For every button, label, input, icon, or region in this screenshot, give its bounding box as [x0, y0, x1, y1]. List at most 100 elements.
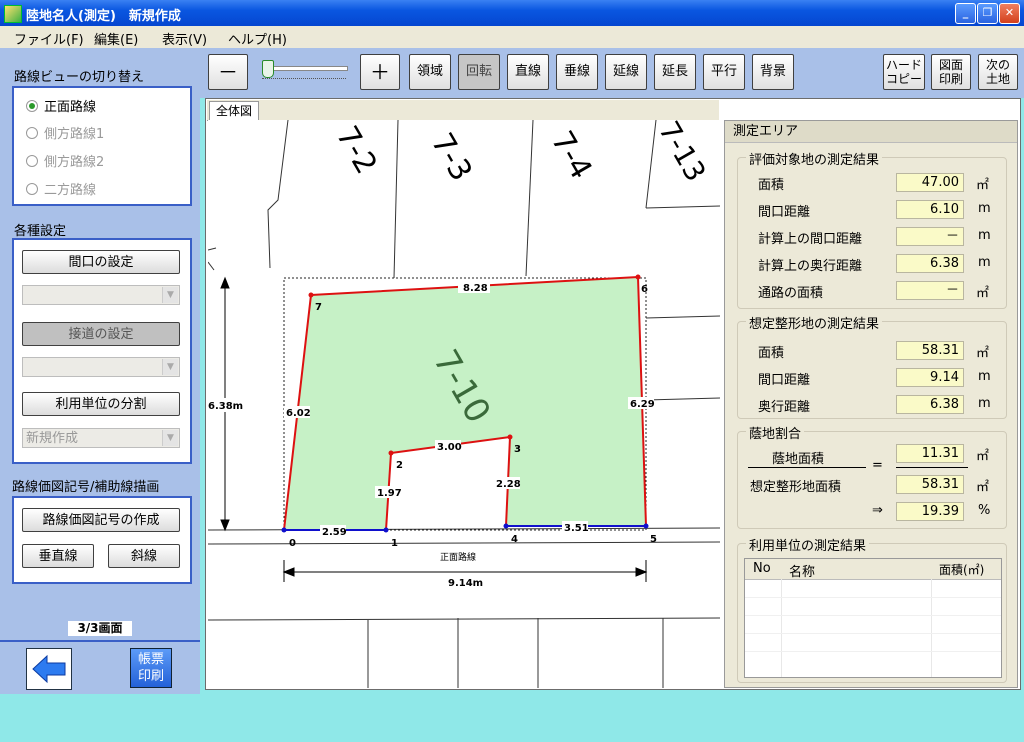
calc-frontage-value: －: [896, 227, 964, 246]
shade-ratio-section: 蔭地割合 蔭地面積 = 11.31 ㎡ 想定整形地面積 58.31 ㎡ ⇒ 19…: [737, 423, 1007, 529]
frontage-combo[interactable]: ▼: [22, 285, 180, 305]
target-result-section: 評価対象地の測定結果 面積 47.00 ㎡ 間口距離 6.10 m 計算上の間口…: [737, 149, 1007, 309]
menu-view[interactable]: 表示(V): [162, 29, 207, 48]
radio-dot: [26, 155, 38, 167]
route-view-group: 正面路線 側方路線1 側方路線2 二方路線: [12, 86, 192, 206]
route-price-group: 路線価図記号の作成 垂直線 斜線: [12, 496, 192, 584]
menu-edit[interactable]: 編集(E): [94, 29, 138, 48]
next-land-label-2: 土地: [985, 72, 1010, 86]
vertical-line-button[interactable]: 垂直線: [22, 544, 94, 568]
settings-title: 各種設定: [14, 224, 67, 239]
route-price-title: 路線価図記号/補助線描画: [12, 480, 160, 495]
tool-extension-button[interactable]: 延長: [654, 54, 696, 90]
road-combo[interactable]: ▼: [22, 357, 180, 377]
tab-overview[interactable]: 全体図: [209, 101, 259, 120]
assumed-total-unit: ㎡: [976, 480, 990, 495]
point-label-2: 2: [396, 460, 403, 471]
measure-panel: 測定エリア 評価対象地の測定結果 面積 47.00 ㎡ 間口距離 6.10 m …: [724, 120, 1018, 688]
tool-rotate-button[interactable]: 回転: [458, 54, 500, 90]
edge-label-top: 8.28: [463, 283, 488, 294]
parcel-7-3: 7-3: [424, 127, 479, 187]
shade-ratio-title: 蔭地割合: [746, 423, 805, 442]
tool-extend-line-button[interactable]: 延線: [605, 54, 647, 90]
print-drawing-button[interactable]: 図面 印刷: [931, 54, 971, 90]
combo-value: 新規作成: [26, 431, 79, 446]
radio-front-route[interactable]: 正面路線: [26, 96, 186, 118]
passage-area-value: －: [896, 281, 964, 300]
page-indicator: 3/3画面: [68, 621, 132, 636]
create-route-symbol-button[interactable]: 路線価図記号の作成: [22, 508, 180, 532]
zoom-in-button[interactable]: ＋: [360, 54, 400, 90]
passage-area-label: 通路の面積: [758, 286, 824, 301]
col-no: No: [753, 561, 771, 576]
minimize-button[interactable]: _: [955, 3, 976, 24]
print-drawing-label-1: 図面: [938, 58, 963, 72]
print-drawing-label-2: 印刷: [938, 72, 963, 86]
frontage-setting-button[interactable]: 間口の設定: [22, 250, 180, 274]
menu-help[interactable]: ヘルプ(H): [228, 29, 287, 48]
tool-perpendicular-button[interactable]: 垂線: [556, 54, 598, 90]
target-area-label: 面積: [758, 178, 785, 193]
next-land-button[interactable]: 次の 土地: [978, 54, 1018, 90]
menu-bar: ファイル(F) 編集(E) 表示(V) ヘルプ(H): [0, 26, 1024, 48]
form-print-label-1: 帳票: [137, 652, 164, 667]
road-setting-button[interactable]: 接道の設定: [22, 322, 180, 346]
assumed-area-unit: ㎡: [976, 346, 990, 361]
window-title: 陸地名人(測定) 新規作成: [26, 9, 181, 24]
calc-frontage-label: 計算上の間口距離: [758, 232, 863, 247]
tool-line-button[interactable]: 直線: [507, 54, 549, 90]
radio-side-route-2[interactable]: 側方路線2: [26, 151, 186, 173]
shade-area-value: 11.31: [896, 444, 964, 463]
radio-side-route-1[interactable]: 側方路線1: [26, 123, 186, 145]
tool-area-button[interactable]: 領域: [409, 54, 451, 90]
target-frontage-value: 6.10: [896, 200, 964, 219]
assumed-depth-unit: m: [978, 396, 991, 411]
assumed-result-section: 想定整形地の測定結果 面積 58.31 ㎡ 間口距離 9.14 m 奥行距離 6…: [737, 313, 1007, 419]
parcel-7-13: 7-13: [652, 120, 712, 187]
calc-depth-label: 計算上の奥行距離: [758, 259, 863, 274]
table-divider: [931, 579, 932, 677]
new-creation-combo[interactable]: 新規作成 ▼: [22, 428, 180, 448]
target-area-unit: ㎡: [976, 178, 990, 193]
close-button[interactable]: ✕: [999, 3, 1020, 24]
table-header: No 名称 面積(㎡): [745, 559, 1001, 580]
slider-ticks: [262, 78, 346, 81]
maximize-button[interactable]: ❐: [977, 3, 998, 24]
title-bar: 陸地名人(測定) 新規作成 _ ❐ ✕: [0, 0, 1024, 26]
tool-parallel-button[interactable]: 平行: [703, 54, 745, 90]
unit-result-title: 利用単位の測定結果: [746, 535, 870, 554]
assumed-area-label: 面積: [758, 346, 785, 361]
parcel-7-4: 7-4: [544, 125, 599, 185]
point-label-7: 7: [315, 302, 322, 313]
target-area-value: 47.00: [896, 173, 964, 192]
zoom-slider[interactable]: [256, 54, 352, 90]
radio-two-way-route[interactable]: 二方路線: [26, 179, 186, 201]
slider-thumb[interactable]: [262, 60, 274, 78]
point-label-6: 6: [641, 284, 648, 295]
menu-file[interactable]: ファイル(F): [14, 29, 84, 48]
table-divider: [781, 579, 782, 677]
bottom-band: [0, 694, 1024, 742]
tool-background-button[interactable]: 背景: [752, 54, 794, 90]
calc-depth-unit: m: [978, 255, 991, 270]
assumed-frontage-unit: m: [978, 369, 991, 384]
tab-strip: 全体図: [207, 100, 719, 121]
parcel-7-2: 7-2: [329, 120, 384, 180]
edge-label-bottom-right: 3.51: [564, 523, 589, 534]
hardcopy-button[interactable]: ハード コピー: [883, 54, 925, 90]
zoom-out-button[interactable]: －: [208, 54, 248, 90]
drawing-canvas[interactable]: 7-2 7-3 7-4 7-13 7-10 0 1 2 3 4 5 6 7 8.…: [208, 120, 720, 688]
route-view-title: 路線ビューの切り替え: [14, 70, 145, 85]
assumed-total-value: 58.31: [896, 475, 964, 494]
unit-result-table[interactable]: No 名称 面積(㎡): [744, 558, 1002, 678]
assumed-depth-value: 6.38: [896, 395, 964, 414]
diagonal-line-button[interactable]: 斜線: [108, 544, 180, 568]
split-unit-button[interactable]: 利用単位の分割: [22, 392, 180, 416]
radio-dot: [26, 127, 38, 139]
back-button[interactable]: [26, 648, 72, 690]
left-bottom-bar: 帳票 印刷: [0, 640, 200, 696]
point-label-4: 4: [511, 534, 518, 545]
shade-ratio-unit: %: [978, 503, 991, 518]
form-print-button[interactable]: 帳票 印刷: [130, 648, 172, 688]
assumed-depth-label: 奥行距離: [758, 400, 811, 415]
